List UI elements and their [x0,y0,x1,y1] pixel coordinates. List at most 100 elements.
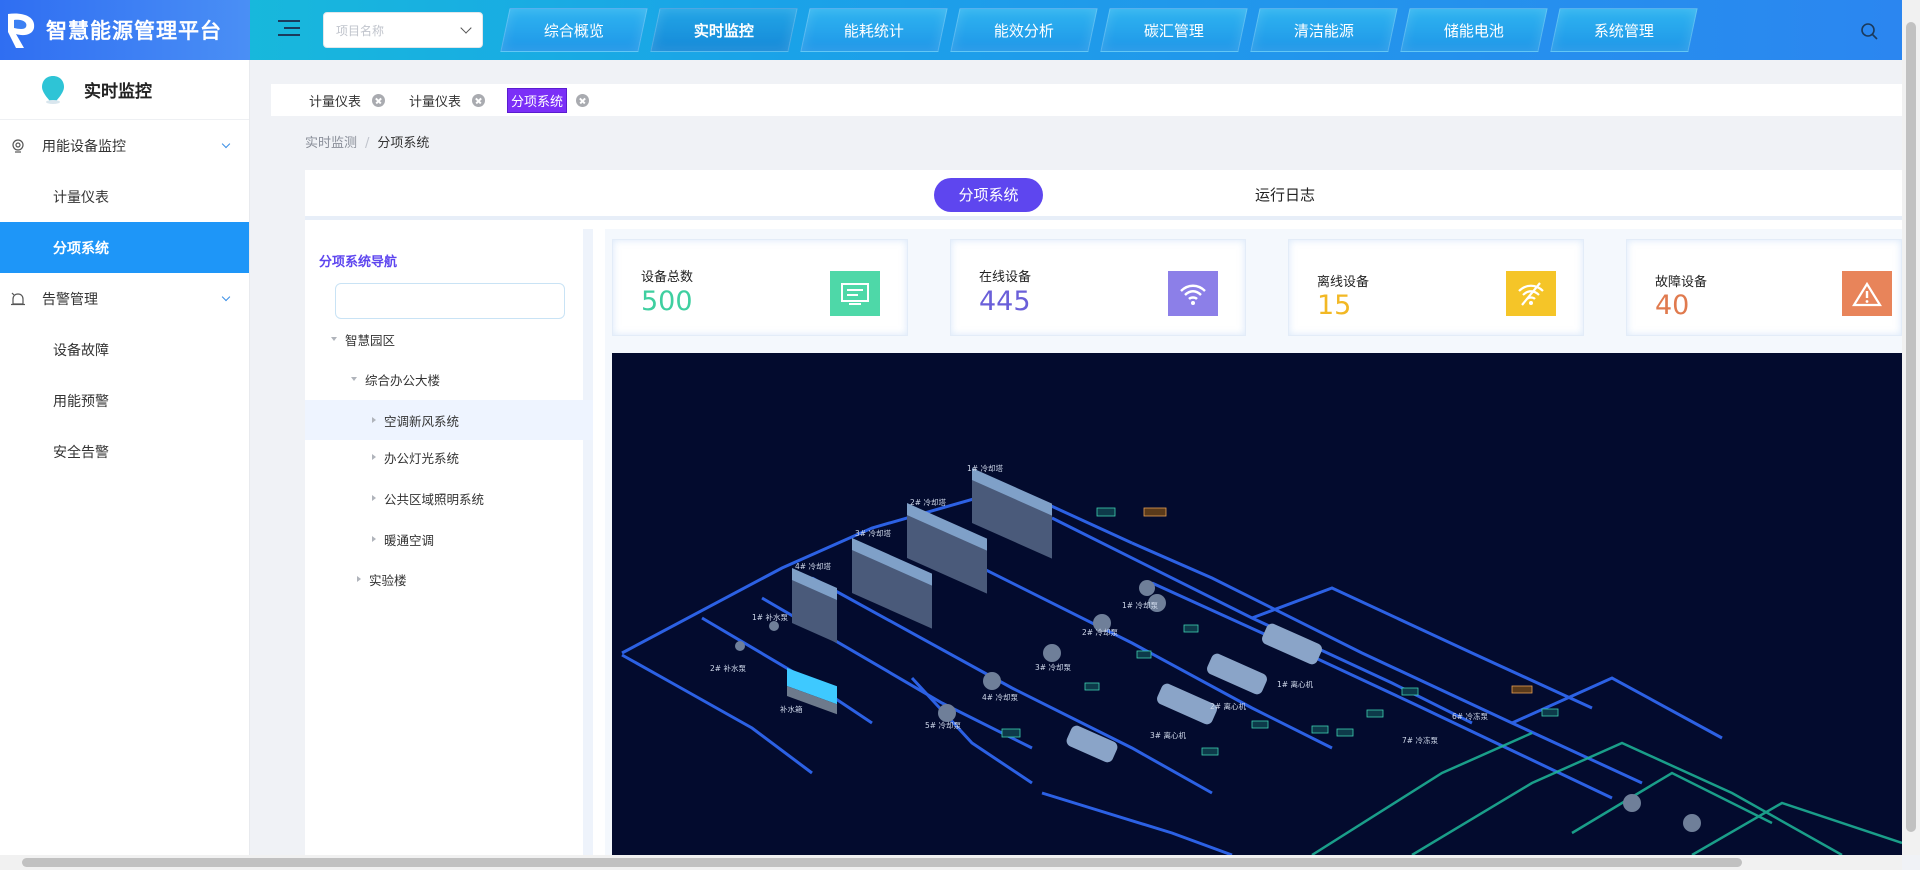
subtab-run-log[interactable]: 运行日志 [1235,178,1335,212]
tree-search-input[interactable] [335,283,565,319]
diagram-label: 6# 冷冻泵 [1452,711,1488,721]
diagram-label: 2# 离心机 [1210,701,1246,711]
top-header: 智慧能源管理平台 项目名称 综合概览 实时监控 能耗统计 能效分析 碳汇管理 清… [0,0,1902,60]
vertical-scrollbar[interactable] [1902,0,1920,855]
diagram-label: 3# 冷却塔 [855,528,891,538]
scrollbar-thumb[interactable] [22,858,1742,867]
logo-icon [8,13,35,48]
diagram-label: 2# 冷却泵 [1082,627,1118,637]
tree-node-public-lighting[interactable]: 公共区域照明系统 [372,478,484,518]
caret-right-icon [372,417,376,423]
close-icon[interactable] [472,93,486,107]
tab-meters-1[interactable]: 计量仪表 [307,88,386,112]
page-tabs: 计量仪表 计量仪表 分项系统 [271,84,1902,116]
caret-right-icon [357,576,361,582]
stat-card-fault: 故障设备 40 [1626,239,1902,336]
app-title: 智慧能源管理平台 [46,19,222,43]
tree-node-lab-building[interactable]: 实验楼 [357,559,407,599]
breadcrumb-parent[interactable]: 实时监测 [305,136,357,151]
logo-area: 智慧能源管理平台 [0,0,250,60]
tab-subsystems[interactable]: 分项系统 [507,87,590,113]
diagram-label: 1# 补水泵 [752,612,788,622]
stat-label: 设备总数 [641,270,694,285]
stat-label: 故障设备 [1655,275,1708,290]
content-area: 设备总数 500 在线设备 445 离线设备 15 故障设备 40 1# 冷却塔… [605,229,1902,855]
caret-down-icon [331,337,337,341]
search-icon[interactable] [1860,22,1878,40]
sidebar-item-safety-alarm[interactable]: 安全告警 [0,426,249,477]
tab-label: 计量仪表 [309,94,362,110]
sidebar-item-meters[interactable]: 计量仪表 [0,171,249,222]
caret-right-icon [372,536,376,542]
caret-down-icon [351,377,357,381]
chevron-down-icon [221,292,231,302]
app-root: 智慧能源管理平台 项目名称 综合概览 实时监控 能耗统计 能效分析 碳汇管理 清… [0,0,1920,870]
stat-label: 离线设备 [1317,275,1370,290]
nav-item-overview[interactable]: 综合概览 [500,8,648,52]
system-diagram: 1# 冷却塔 2# 冷却塔 3# 冷却塔 4# 冷却塔 1# 补水泵 2# 补水… [612,353,1902,855]
nav-item-efficiency-analysis[interactable]: 能效分析 [950,8,1098,52]
stat-label: 在线设备 [979,270,1032,285]
diagram-label: 3# 离心机 [1150,730,1186,740]
sidebar-group-alarm[interactable]: 告警管理 [0,273,249,324]
nav-item-realtime-monitor[interactable]: 实时监控 [650,8,798,52]
stat-card-total: 设备总数 500 [612,239,908,336]
breadcrumb: 实时监测 / 分项系统 [305,132,429,151]
tree-node-root[interactable]: 智慧园区 [331,319,395,359]
stat-value: 445 [979,286,1031,317]
close-icon[interactable] [576,93,590,107]
sidebar-group-device-monitor[interactable]: 用能设备监控 [0,120,249,171]
nav-item-clean-energy[interactable]: 清洁能源 [1250,8,1398,52]
main-panel: 分项系统 运行日志 分项系统导航 智慧园区 综合办公大楼 空调新风系统 办公灯光… [305,170,1902,855]
diagram-label: 2# 冷却塔 [910,497,946,507]
sidebar-group-label: 用能设备监控 [42,138,126,155]
nav-item-system-admin[interactable]: 系统管理 [1550,8,1698,52]
diagram-label: 5# 冷却泵 [925,720,961,730]
close-icon[interactable] [372,93,386,107]
stat-value: 500 [641,286,693,317]
tree-node-building[interactable]: 综合办公大楼 [351,359,440,399]
main-nav: 综合概览 实时监控 能耗统计 能效分析 碳汇管理 清洁能源 储能电池 系统管理 [500,8,1705,52]
sidebar-item-device-fault[interactable]: 设备故障 [0,324,249,375]
sidebar-item-energy-warning[interactable]: 用能预警 [0,375,249,426]
subtab-subsystems[interactable]: 分项系统 [934,178,1043,212]
sidebar: 实时监控 用能设备监控 计量仪表 分项系统 告警管理 设备故障 用能预警 安全告… [0,60,250,855]
sidebar-item-subsystems[interactable]: 分项系统 [0,222,249,273]
menu-toggle-icon[interactable] [278,20,300,40]
stat-card-offline: 离线设备 15 [1288,239,1584,336]
tab-meters-2[interactable]: 计量仪表 [407,88,486,112]
tree-node-hvac-fresh-air[interactable]: 空调新风系统 [305,400,593,440]
horizontal-scrollbar[interactable] [0,855,1902,870]
sidebar-group-label: 告警管理 [42,291,98,308]
caret-right-icon [372,495,376,501]
tab-label: 分项系统 [507,87,568,113]
diagram-label: 补水箱 [780,704,803,714]
diagram-label: 4# 冷却泵 [982,692,1018,702]
diagram-label: 1# 离心机 [1277,679,1313,689]
sidebar-title: 实时监控 [84,82,152,102]
diagram-label: 4# 冷却塔 [795,561,831,571]
wifi-off-icon [1506,271,1556,316]
scrollbar-thumb[interactable] [1906,22,1916,832]
wifi-icon [1168,271,1218,316]
sidebar-header: 实时监控 [0,60,249,120]
nav-item-energy-stats[interactable]: 能耗统计 [800,8,948,52]
tree-node-hvac[interactable]: 暖通空调 [372,519,434,559]
tree-title: 分项系统导航 [319,255,398,270]
monitor-icon [12,138,24,153]
tree-node-office-lighting[interactable]: 办公灯光系统 [372,437,459,477]
warning-icon [1842,271,1892,316]
nav-item-carbon-sink[interactable]: 碳汇管理 [1100,8,1248,52]
diagram-label: 2# 补水泵 [710,663,746,673]
diagram-label: 1# 冷却泵 [1122,600,1158,610]
stat-card-online: 在线设备 445 [950,239,1246,336]
chevron-down-icon [221,139,231,149]
project-select[interactable]: 项目名称 [323,12,483,48]
nav-item-storage-battery[interactable]: 储能电池 [1400,8,1548,52]
caret-right-icon [372,454,376,460]
diagram-label: 1# 冷却塔 [967,463,1003,473]
chevron-down-icon [460,22,472,34]
location-pin-icon [42,75,64,104]
monitor-screen-icon [830,271,880,316]
breadcrumb-current: 分项系统 [377,136,430,151]
